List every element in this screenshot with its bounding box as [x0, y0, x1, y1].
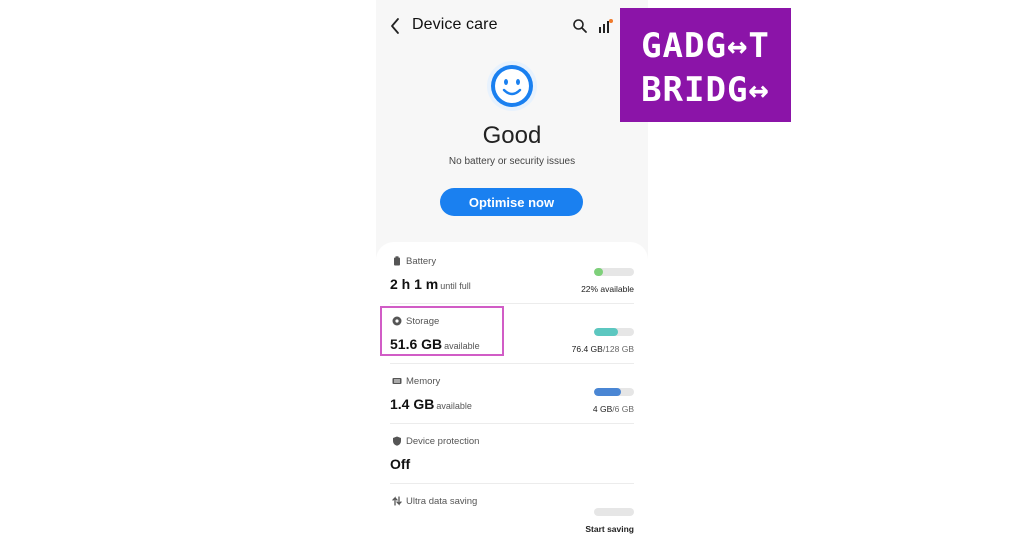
- page: Device care Good No battery or security …: [0, 0, 1024, 536]
- logo-line-1: GADG↔T: [641, 26, 770, 66]
- search-icon: [573, 19, 587, 33]
- care-items-card: Battery 2 h 1 muntil full 22% available: [376, 242, 648, 536]
- battery-icon: [394, 256, 400, 266]
- device-protection-label: Device protection: [406, 436, 480, 447]
- device-protection-item[interactable]: Device protection Off: [390, 424, 634, 484]
- memory-item[interactable]: Memory 1.4 GB available 4 GB/6 GB: [390, 364, 634, 424]
- battery-bar: [594, 268, 634, 276]
- battery-item[interactable]: Battery 2 h 1 m until full 22% available: [390, 244, 634, 304]
- status-headline: Good: [482, 122, 542, 149]
- battery-label: Battery: [406, 256, 437, 267]
- stats-icon: [599, 19, 613, 33]
- storage-bar-fill: [594, 328, 618, 336]
- memory-value: 1.4 GB available: [390, 396, 472, 412]
- device-care-screen: Device care Good No battery or security …: [376, 0, 648, 536]
- storage-bar: [594, 328, 634, 336]
- app-bar: Device care: [376, 10, 648, 44]
- ultra-data-saving-item[interactable]: Ultra data saving Start saving: [390, 484, 634, 536]
- logo-line-2: BRIDG↔: [641, 70, 770, 110]
- storage-total: /128 GB: [602, 344, 634, 354]
- battery-bar-fill: [594, 268, 603, 276]
- memory-icon: [392, 378, 402, 384]
- battery-time: 2 h 1 m: [390, 276, 439, 292]
- data-saving-icon: [392, 496, 402, 506]
- device-protection-value: Off: [390, 456, 411, 472]
- battery-available-text: 22% available: [581, 284, 634, 294]
- storage-used: 76.4 GB: [571, 344, 603, 354]
- start-saving-text: Start saving: [585, 524, 634, 534]
- memory-used: 4 GB: [592, 404, 613, 414]
- battery-unit: until full: [440, 281, 471, 291]
- memory-amount: 1.4 GB: [390, 396, 435, 412]
- gadget-bridge-logo: GADG↔T BRIDG↔: [620, 8, 791, 122]
- back-button[interactable]: [388, 16, 404, 36]
- search-button[interactable]: [572, 18, 588, 34]
- ultra-data-saving-label: Ultra data saving: [406, 496, 478, 507]
- memory-bar-fill: [594, 388, 621, 396]
- start-saving-link[interactable]: Start saving: [585, 524, 634, 534]
- storage-highlight-box: [380, 306, 504, 356]
- memory-label: Memory: [406, 376, 441, 387]
- battery-value: 2 h 1 m until full: [390, 276, 471, 292]
- smiley-face-icon: [486, 60, 538, 112]
- memory-total: /6 GB: [612, 404, 634, 414]
- storage-usage: 76.4 GB/128 GB: [572, 344, 634, 354]
- memory-bar: [594, 388, 634, 396]
- back-arrow-icon: [391, 18, 399, 34]
- shield-icon: [393, 436, 401, 446]
- ultra-data-saving-bar: [594, 508, 634, 516]
- optimise-now-button[interactable]: Optimise now: [440, 188, 583, 216]
- battery-available: 22% available: [581, 284, 634, 294]
- page-title: Device care: [412, 16, 498, 33]
- memory-usage: 4 GB/6 GB: [593, 404, 634, 414]
- stats-button[interactable]: [598, 18, 614, 34]
- memory-unit: available: [436, 401, 472, 411]
- status-subtitle: No battery or security issues: [448, 156, 576, 167]
